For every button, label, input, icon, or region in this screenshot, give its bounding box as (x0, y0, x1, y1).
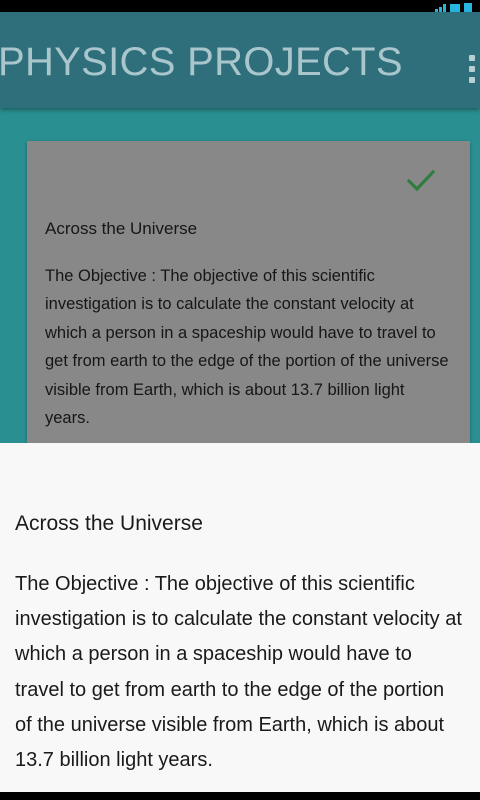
status-bar (0, 0, 480, 12)
app-bar: PHYSICS PROJECTS (0, 12, 480, 108)
check-icon[interactable] (404, 163, 438, 197)
sheet-title: Across the Universe (15, 512, 203, 535)
wifi-icon (450, 4, 460, 12)
project-card[interactable]: Across the Universe The Objective : The … (27, 141, 470, 443)
signal-icon (435, 4, 446, 12)
overflow-menu-icon[interactable] (466, 49, 478, 89)
card-description: The Objective : The objective of this sc… (45, 267, 449, 428)
battery-icon (464, 3, 472, 12)
screen-bottom-edge (0, 792, 480, 800)
page-title: PHYSICS PROJECTS (0, 40, 403, 84)
status-icons (435, 0, 472, 12)
bottom-sheet[interactable]: Across the Universe The Objective : The … (0, 443, 480, 792)
sheet-description: The Objective : The objective of this sc… (15, 573, 462, 772)
card-title: Across the Universe (45, 219, 198, 238)
